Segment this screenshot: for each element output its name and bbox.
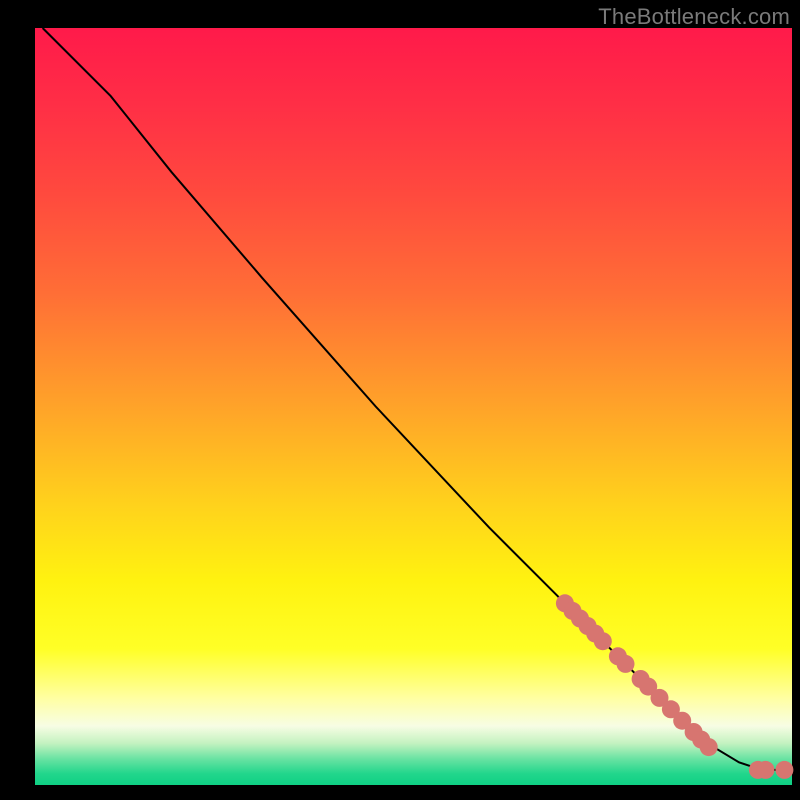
chart-stage: TheBottleneck.com (0, 0, 800, 800)
watermark-text: TheBottleneck.com (598, 4, 790, 30)
data-marker (757, 761, 775, 779)
plot-container (0, 0, 800, 800)
data-marker (775, 761, 793, 779)
data-marker (700, 738, 718, 756)
chart-svg (0, 0, 800, 800)
data-marker (594, 632, 612, 650)
data-marker (617, 655, 635, 673)
plot-background (35, 28, 792, 785)
